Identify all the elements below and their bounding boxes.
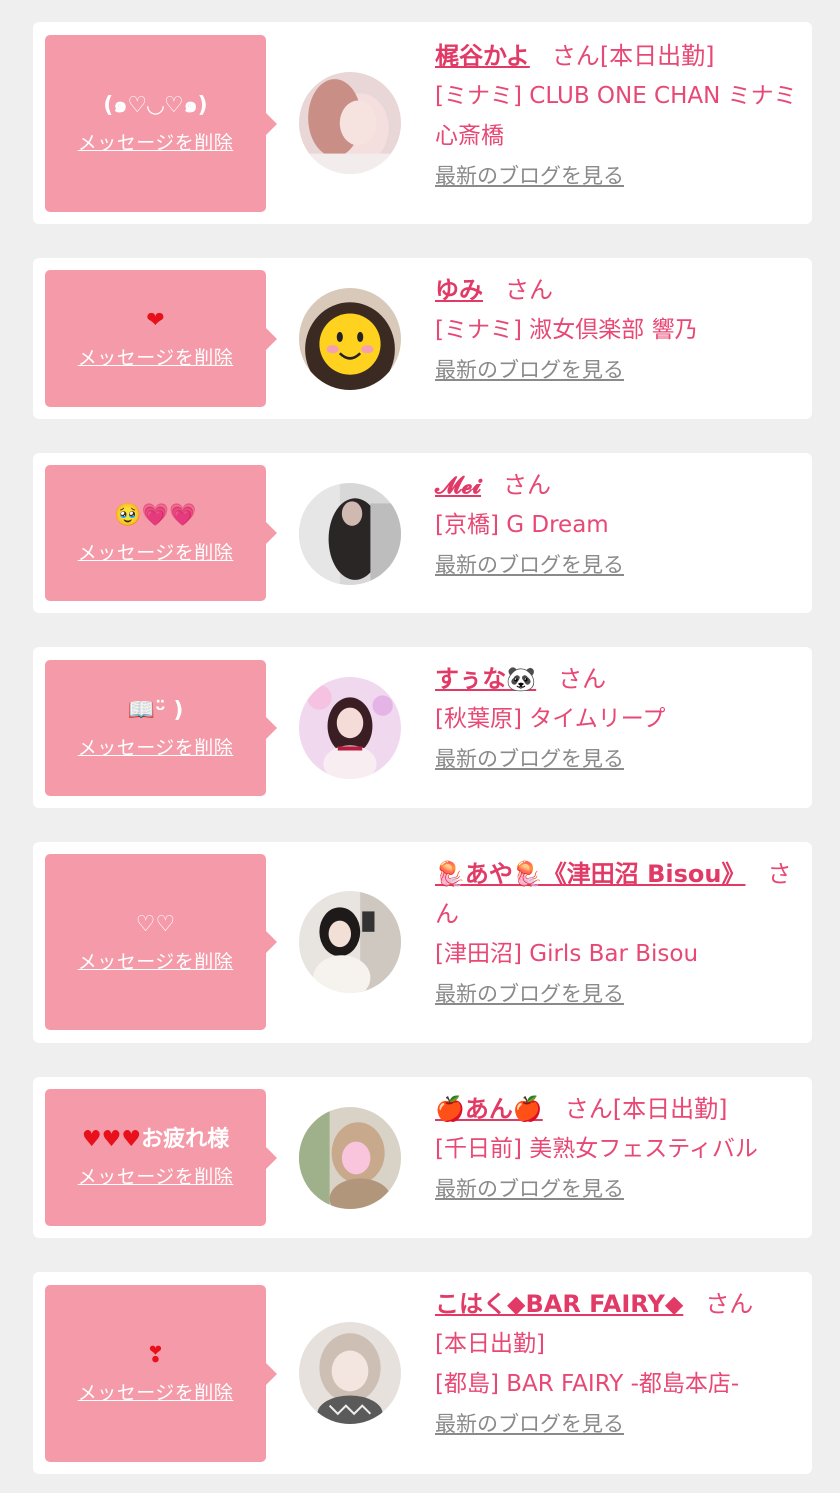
- latest-blog-link[interactable]: 最新のブログを見る: [435, 549, 624, 579]
- delete-message-link[interactable]: メッセージを削除: [78, 538, 234, 565]
- delete-message-link[interactable]: メッセージを削除: [78, 1378, 234, 1405]
- message-text: お疲れ様: [141, 1127, 230, 1152]
- avatar[interactable]: [299, 891, 401, 993]
- message-card: 🥹💗💗 メッセージを削除 𝓜𝓮𝓲 さん [京橋] G Dream 最新のブログを見…: [33, 453, 812, 613]
- message-bubble: ♥♥♥お疲れ様 メッセージを削除: [45, 1089, 277, 1226]
- latest-blog-link[interactable]: 最新のブログを見る: [435, 1408, 624, 1438]
- delete-message-link[interactable]: メッセージを削除: [78, 128, 234, 155]
- message-card: ♡♡ メッセージを削除 🪼あや🪼《津田沼 Bisou》 さん [津田沼] Girl…: [33, 842, 812, 1043]
- avatar[interactable]: [299, 1322, 401, 1424]
- shop-text: [京橋] G Dream: [435, 512, 609, 538]
- honorific: さん: [564, 1095, 613, 1123]
- honorific: さん: [705, 1290, 754, 1318]
- message-bubble: 🥹💗💗 メッセージを削除: [45, 465, 277, 601]
- honorific: さん: [505, 276, 553, 304]
- latest-blog-link[interactable]: 最新のブログを見る: [435, 978, 624, 1008]
- shop-text: [千日前] 美熟女フェスティバル: [435, 1136, 758, 1162]
- entry-info: 🪼あや🪼《津田沼 Bisou》 さん [津田沼] Girls Bar Bisou …: [435, 854, 798, 1008]
- avatar-photo: [299, 288, 401, 390]
- honorific: さん: [503, 471, 552, 499]
- avatar[interactable]: [299, 483, 401, 585]
- message-bubble: ❤ メッセージを削除: [45, 270, 277, 407]
- delete-message-link[interactable]: メッセージを削除: [78, 343, 234, 370]
- delete-message-link[interactable]: メッセージを削除: [78, 1162, 234, 1189]
- user-name-link[interactable]: 🪼あや🪼《津田沼 Bisou》: [435, 860, 746, 888]
- latest-blog-link[interactable]: 最新のブログを見る: [435, 354, 624, 384]
- message-text: (๑♡◡♡๑): [103, 93, 208, 118]
- avatar-photo: [299, 1322, 401, 1424]
- user-name-link[interactable]: ゆみ: [435, 276, 483, 304]
- message-bubble: ❣ メッセージを削除: [45, 1285, 277, 1462]
- message-card: ❤ メッセージを削除 ゆみ さん [ミナミ] 淑女倶楽部 響乃 最新のブログを見る: [33, 258, 812, 419]
- message-text: ♡♡: [135, 911, 176, 937]
- avatar-photo: [299, 891, 401, 993]
- latest-blog-link[interactable]: 最新のブログを見る: [435, 1173, 624, 1203]
- entry-info: こはく◆BAR FAIRY◆ さん [本日出勤] [都島] BAR FAIRY -…: [435, 1284, 798, 1438]
- shop-text: [ミナミ] CLUB ONE CHAN ミナミ 心斎橋: [435, 83, 797, 149]
- message-text: 📖ᵕ̈ ): [127, 697, 184, 723]
- avatar-photo: [299, 72, 401, 174]
- message-text: 🥹💗💗: [114, 502, 197, 528]
- message-text: ❤: [146, 308, 165, 333]
- message-text: ❣: [146, 1343, 165, 1368]
- user-name-link[interactable]: すぅな🐼: [435, 665, 536, 693]
- message-list: (๑♡◡♡๑) メッセージを削除 梶谷かよ さん[本日出勤] [ミナミ] CLUB…: [0, 0, 840, 1493]
- message-card: (๑♡◡♡๑) メッセージを削除 梶谷かよ さん[本日出勤] [ミナミ] CLUB…: [33, 22, 812, 224]
- avatar-photo: [299, 1107, 401, 1209]
- entry-info: ゆみ さん [ミナミ] 淑女倶楽部 響乃 最新のブログを見る: [435, 270, 798, 384]
- message-bubble: ♡♡ メッセージを削除: [45, 854, 277, 1030]
- avatar[interactable]: [299, 677, 401, 779]
- entry-info: 🍎あん🍎 さん[本日出勤] [千日前] 美熟女フェスティバル 最新のブログを見る: [435, 1089, 798, 1203]
- latest-blog-link[interactable]: 最新のブログを見る: [435, 160, 624, 190]
- status-badge: [本日出勤]: [612, 1095, 728, 1123]
- user-name-link[interactable]: 🍎あん🍎: [435, 1095, 543, 1123]
- delete-message-link[interactable]: メッセージを削除: [78, 947, 234, 974]
- user-name-link[interactable]: 𝓜𝓮𝓲: [435, 471, 481, 499]
- message-card: 📖ᵕ̈ ) メッセージを削除 すぅな🐼 さん [秋葉原] タイムリープ 最新のブロ…: [33, 647, 812, 808]
- honorific: さん: [558, 665, 607, 693]
- message-card: ❣ メッセージを削除 こはく◆BAR FAIRY◆ さん [本日出勤] [都島] …: [33, 1272, 812, 1474]
- avatar[interactable]: [299, 288, 401, 390]
- user-name-link[interactable]: こはく◆BAR FAIRY◆: [435, 1290, 683, 1318]
- delete-message-link[interactable]: メッセージを削除: [78, 733, 234, 760]
- user-name-link[interactable]: 梶谷かよ: [435, 42, 530, 70]
- avatar-photo: [299, 483, 401, 585]
- entry-info: 𝓜𝓮𝓲 さん [京橋] G Dream 最新のブログを見る: [435, 465, 798, 579]
- shop-text: [ミナミ] 淑女倶楽部 響乃: [435, 317, 698, 343]
- hearts-text: ♥♥♥: [81, 1127, 142, 1152]
- message-card: ♥♥♥お疲れ様 メッセージを削除 🍎あん🍎 さん[本日出勤] [千日前] 美熟女フ…: [33, 1077, 812, 1238]
- shop-text: [秋葉原] タイムリープ: [435, 706, 666, 732]
- avatar[interactable]: [299, 1107, 401, 1209]
- entry-info: 梶谷かよ さん[本日出勤] [ミナミ] CLUB ONE CHAN ミナミ 心斎橋…: [435, 36, 798, 190]
- status-badge: [本日出勤]: [435, 1331, 545, 1357]
- avatar[interactable]: [299, 72, 401, 174]
- message-bubble: 📖ᵕ̈ ) メッセージを削除: [45, 660, 277, 796]
- shop-text: [都島] BAR FAIRY -都島本店-: [435, 1371, 740, 1397]
- status-badge: [本日出勤]: [599, 42, 715, 70]
- message-bubble: (๑♡◡♡๑) メッセージを削除: [45, 35, 277, 212]
- avatar-photo: [299, 677, 401, 779]
- entry-info: すぅな🐼 さん [秋葉原] タイムリープ 最新のブログを見る: [435, 659, 798, 773]
- latest-blog-link[interactable]: 最新のブログを見る: [435, 743, 624, 773]
- shop-text: [津田沼] Girls Bar Bisou: [435, 941, 699, 967]
- honorific: さん: [551, 42, 600, 70]
